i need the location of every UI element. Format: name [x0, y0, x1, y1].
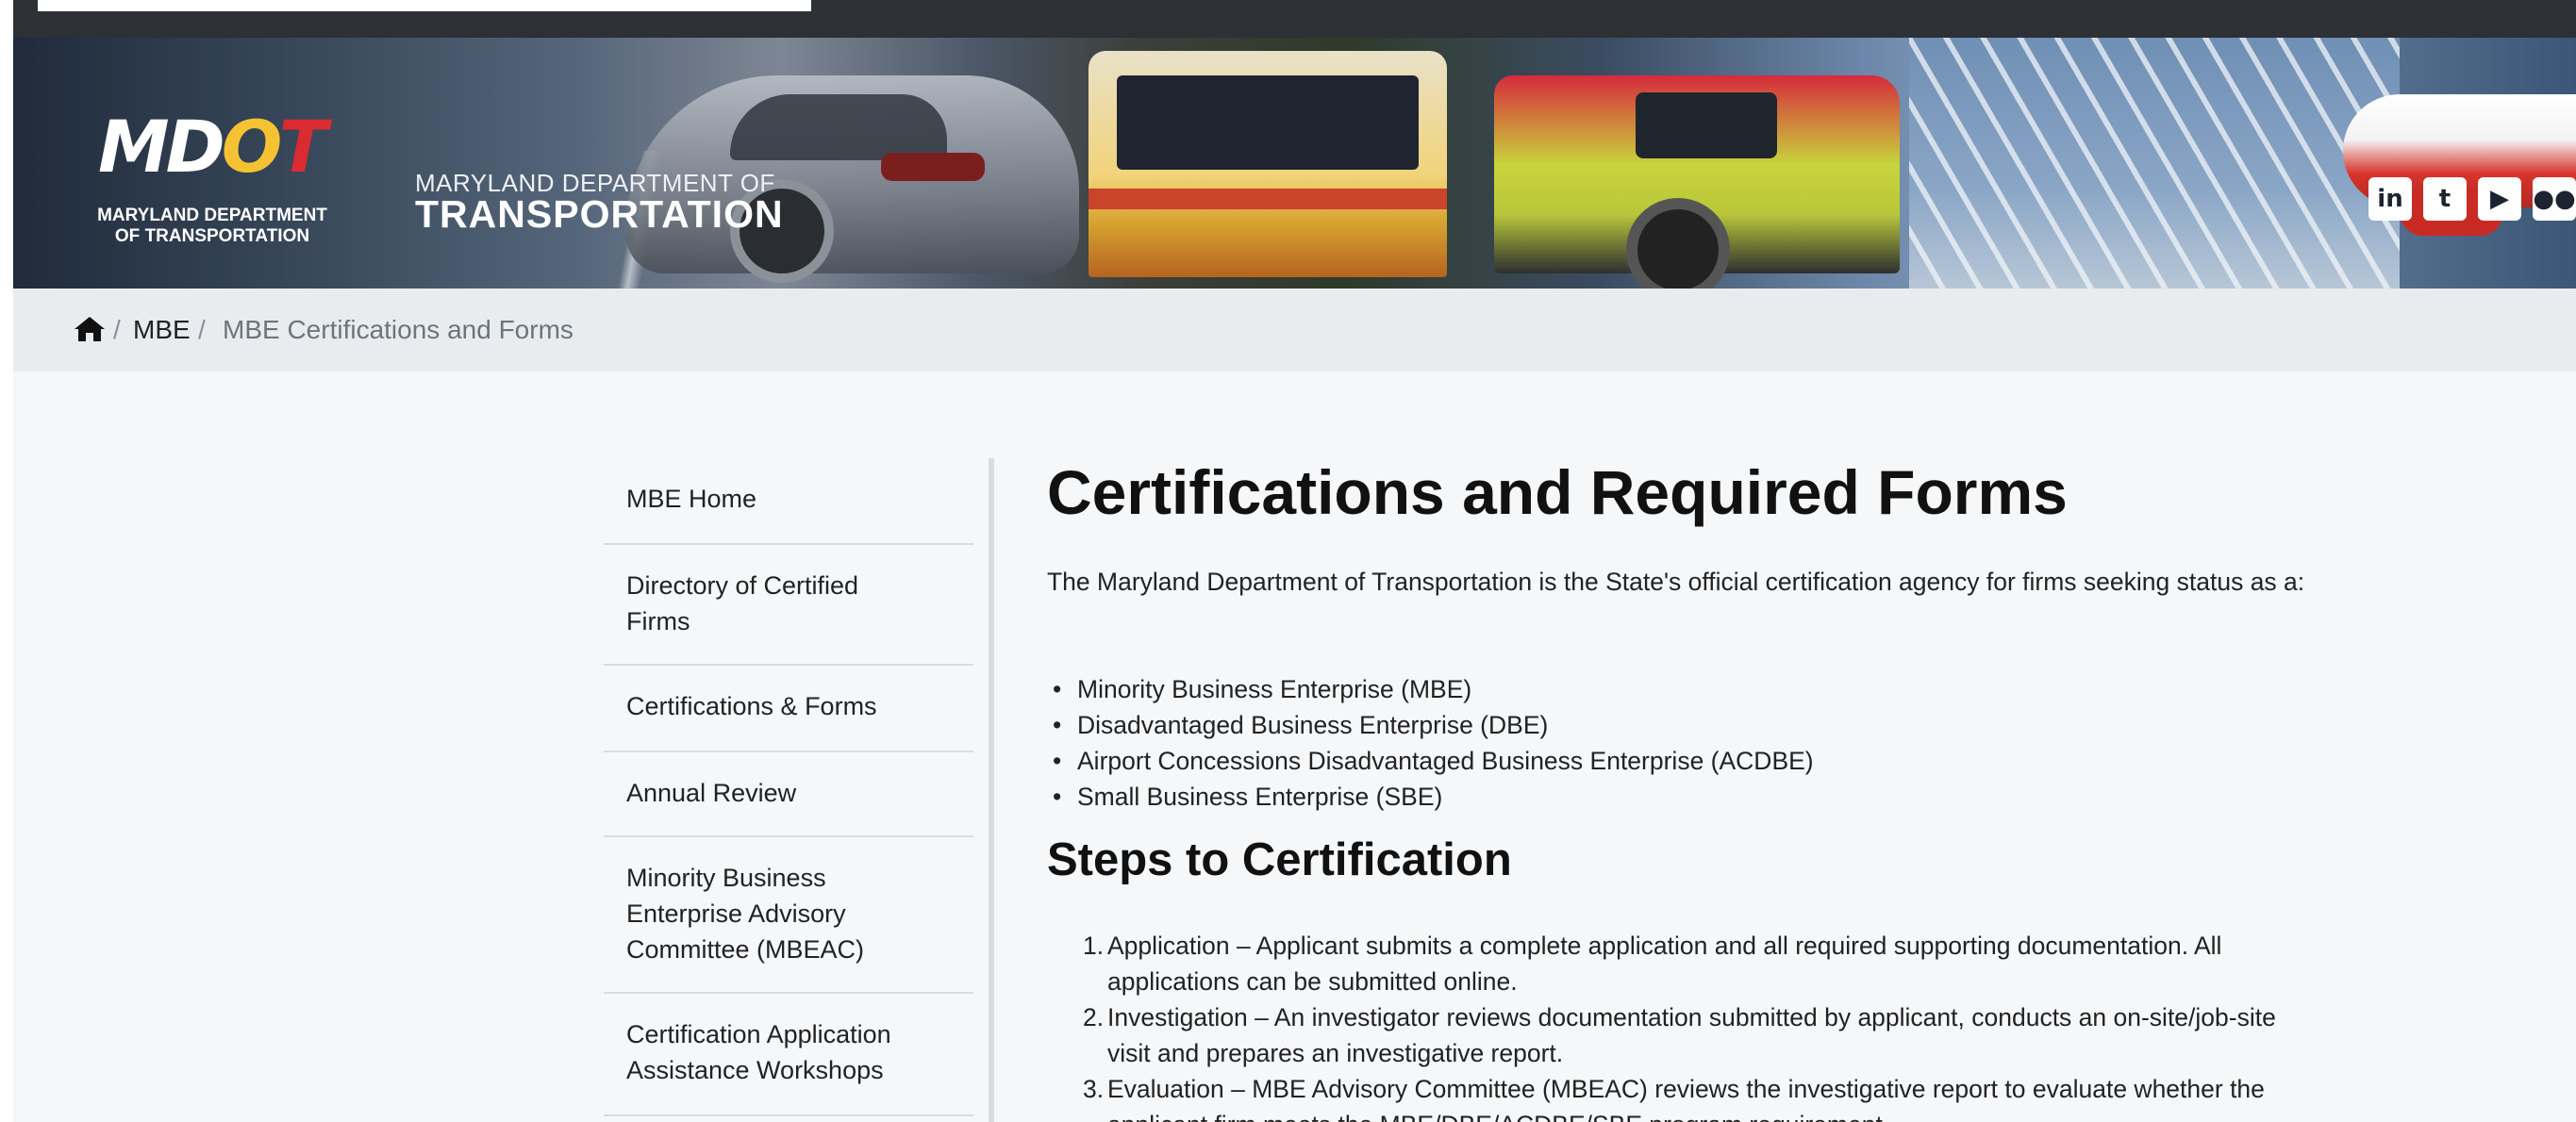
logo-subtitle-line2: OF TRANSPORTATION	[114, 226, 310, 246]
logo-subtitle-line1: MARYLAND DEPARTMENT	[97, 206, 327, 225]
breadcrumb-link-mbe[interactable]: MBE	[133, 315, 191, 345]
banner-port-cranes-image	[1909, 38, 2400, 289]
linkedin-icon[interactable]: in	[2368, 177, 2412, 221]
banner-light-rail-stripe	[1089, 189, 1447, 209]
sidebar-item-mbeac[interactable]: Minority Business Enterprise Advisory Co…	[604, 837, 973, 994]
sidebar-item-certifications-forms[interactable]: Certifications & Forms	[604, 666, 973, 752]
step-item: Evaluation – MBE Advisory Committee (MBE…	[1107, 1075, 2265, 1122]
breadcrumb-separator: /	[198, 315, 206, 344]
banner-truck-window	[1636, 92, 1777, 158]
list-item: Minority Business Enterprise (MBE)	[1053, 671, 1471, 707]
top-strip	[13, 0, 2576, 38]
sidebar-item-directory[interactable]: Directory of Certified Firms	[604, 545, 973, 666]
sidebar-nav: MBE Home Directory of Certified Firms Ce…	[596, 458, 994, 1122]
sidebar-item-label: Certifications & Forms	[626, 692, 877, 720]
sidebar-item-annual-review[interactable]: Annual Review	[604, 752, 973, 837]
site-banner: MDOT MARYLAND DEPARTMENT OF TRANSPORTATI…	[13, 38, 2576, 289]
list-item: Small Business Enterprise (SBE)	[1053, 779, 1442, 815]
top-strip-bar	[38, 0, 811, 11]
sidebar-item-label: Annual Review	[626, 779, 797, 807]
step-number: 2.	[1083, 1003, 1105, 1031]
step-item: Investigation – An investigator reviews …	[1107, 1003, 2276, 1067]
step-number: 3.	[1083, 1075, 1105, 1103]
breadcrumb-current: MBE Certifications and Forms	[223, 315, 573, 344]
sidebar-item-label: Directory of Certified Firms	[626, 571, 859, 635]
home-icon[interactable]	[74, 315, 106, 343]
sidebar-item-label: Certification Application Assistance Wor…	[626, 1020, 891, 1084]
steps-heading: Steps to Certification	[1047, 834, 1512, 885]
social-links: in t ▶ ●●	[2368, 177, 2576, 221]
page: MDOT MARYLAND DEPARTMENT OF TRANSPORTATI…	[13, 0, 2576, 1122]
flickr-icon[interactable]: ●●	[2533, 177, 2576, 221]
breadcrumb: / MBE / MBE Certifications and Forms	[13, 289, 2576, 371]
sidebar-item-workshops[interactable]: Certification Application Assistance Wor…	[604, 994, 973, 1116]
step-number: 1.	[1083, 932, 1105, 960]
sidebar-item-mbe-home[interactable]: MBE Home	[604, 458, 973, 545]
banner-light-rail-window	[1117, 75, 1419, 170]
youtube-icon[interactable]: ▶	[2478, 177, 2521, 221]
mdot-logo-mark: MDOT	[98, 105, 327, 189]
twitter-icon[interactable]: t	[2423, 177, 2467, 221]
sidebar-item-label: MBE Home	[626, 485, 757, 513]
list-item: Airport Concessions Disadvantaged Busine…	[1053, 743, 1814, 779]
banner-car-taillight	[881, 153, 985, 181]
mdot-logo[interactable]: MDOT MARYLAND DEPARTMENT OF TRANSPORTATI…	[85, 111, 368, 253]
page-title: Certifications and Required Forms	[1047, 457, 2068, 527]
breadcrumb-separator: /	[113, 315, 121, 344]
intro-paragraph: The Maryland Department of Transportatio…	[1047, 568, 2305, 596]
step-item: Application – Applicant submits a comple…	[1107, 932, 2222, 996]
sidebar-item-label: Minority Business Enterprise Advisory Co…	[626, 864, 865, 964]
department-name-large: TRANSPORTATION	[415, 192, 784, 236]
banner-car-window	[730, 94, 947, 160]
list-item: Disadvantaged Business Enterprise (DBE)	[1053, 707, 1548, 743]
